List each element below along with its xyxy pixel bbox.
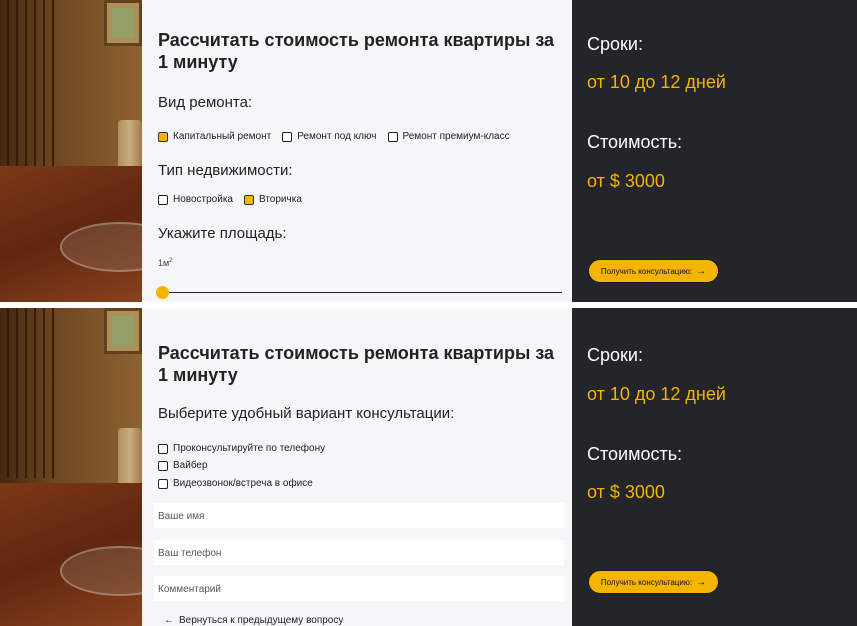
property-type-options: Новостройка Вторичка [158, 194, 313, 205]
interior-photo [0, 308, 142, 626]
arrow-left-icon: ← [164, 615, 174, 626]
interior-photo [0, 0, 142, 302]
cost-value: от $ 3000 [587, 482, 665, 502]
terms-label: Сроки: [587, 345, 643, 365]
option-capital-repair[interactable]: Капитальный ремонт [158, 131, 271, 142]
arrow-right-icon: → [696, 265, 707, 277]
option-premium-repair[interactable]: Ремонт премиум-класс [387, 131, 510, 142]
option-new-building[interactable]: Новостройка [158, 194, 233, 205]
get-consultation-button[interactable]: Получить консультацию: → [588, 570, 719, 594]
area-label: Укажите площадь: [158, 225, 287, 242]
repair-type-label: Вид ремонта: [158, 94, 253, 111]
checkbox-checked[interactable] [244, 194, 254, 205]
checkbox[interactable] [387, 131, 398, 142]
checkbox[interactable] [158, 460, 168, 471]
area-slider-handle[interactable] [156, 286, 169, 299]
calculator-step-1: Рассчитать стоимость ремонта квартиры за… [0, 0, 857, 302]
calculator-step-2: Рассчитать стоимость ремонта квартиры за… [0, 308, 857, 626]
name-input[interactable]: Ваше имя [154, 503, 564, 528]
checkbox-checked[interactable] [158, 131, 168, 142]
option-turnkey-repair[interactable]: Ремонт под ключ [282, 131, 377, 142]
option-viber[interactable]: Вайбер [158, 460, 208, 471]
terms-label: Сроки: [587, 34, 643, 54]
option-secondary[interactable]: Вторичка [244, 194, 302, 205]
area-slider-track[interactable] [161, 292, 562, 293]
cost-value: от $ 3000 [587, 171, 665, 191]
arrow-right-icon: → [696, 576, 707, 588]
calculator-form: Рассчитать стоимость ремонта квартиры за… [142, 308, 572, 626]
repair-type-options: Капитальный ремонт Ремонт под ключ Ремон… [158, 131, 521, 142]
property-type-label: Тип недвижимости: [158, 162, 293, 179]
checkbox[interactable] [158, 478, 168, 489]
info-panel: Сроки: от 10 до 12 дней Стоимость: от $ … [572, 0, 857, 302]
area-value: 1м2 [158, 258, 173, 268]
option-phone-consult[interactable]: Проконсультируйте по телефону [158, 443, 325, 454]
checkbox[interactable] [282, 131, 293, 142]
comment-input[interactable]: Комментарий [154, 576, 564, 601]
consult-label: Выберите удобный вариант консультации: [158, 405, 455, 422]
form-title: Рассчитать стоимость ремонта квартиры за… [158, 343, 555, 385]
get-consultation-button[interactable]: Получить консультацию: → [588, 259, 719, 283]
info-panel: Сроки: от 10 до 12 дней Стоимость: от $ … [572, 308, 857, 626]
checkbox[interactable] [158, 443, 168, 454]
option-video-call[interactable]: Видеозвонок/встреча в офисе [158, 478, 313, 489]
terms-value: от 10 до 12 дней [587, 384, 726, 404]
cost-label: Стоимость: [587, 132, 683, 152]
cost-label: Стоимость: [587, 444, 683, 464]
phone-input[interactable]: Ваш телефон [154, 540, 564, 565]
back-link[interactable]: ← Вернуться к предыдущему вопросу [164, 615, 343, 626]
terms-value: от 10 до 12 дней [587, 72, 726, 92]
checkbox[interactable] [158, 194, 168, 205]
form-title: Рассчитать стоимость ремонта квартиры за… [158, 30, 555, 72]
calculator-form: Рассчитать стоимость ремонта квартиры за… [142, 0, 572, 302]
